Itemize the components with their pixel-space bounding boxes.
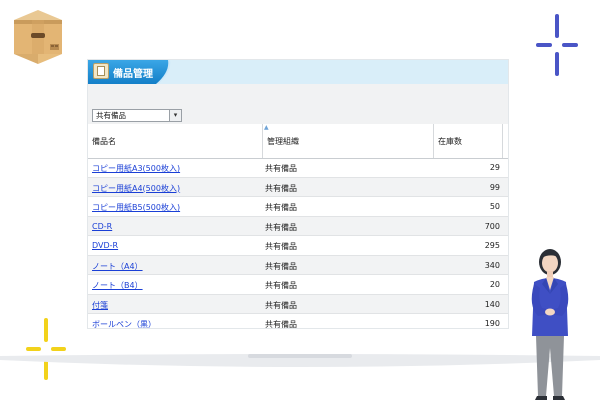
table-row: コピー用紙A3(500枚入) 共有備品 29: [88, 158, 508, 178]
filter-row: 共有備品 ▾: [88, 106, 508, 124]
organization-cell: 共有備品: [265, 222, 297, 232]
column-header-item-name[interactable]: 備品名: [92, 136, 116, 147]
column-divider: [502, 124, 503, 158]
sort-arrow-icon[interactable]: ▲: [264, 124, 269, 131]
table-row: ノート（B4） 共有備品 20: [88, 275, 508, 295]
ledger-icon: [93, 63, 109, 79]
table-row: DVD-R 共有備品 295: [88, 236, 508, 256]
item-name-link[interactable]: コピー用紙B5(500枚入): [92, 202, 180, 213]
stock-cell: 340: [484, 260, 500, 270]
table-body: コピー用紙A3(500枚入) 共有備品 29 コピー用紙A4(500枚入) 共有…: [88, 158, 508, 328]
table-row: CD-R 共有備品 700: [88, 216, 508, 236]
organization-cell: 共有備品: [265, 281, 297, 290]
item-name-link[interactable]: DVD-R: [92, 241, 118, 250]
table-row: 付箋 共有備品 140: [88, 294, 508, 314]
table-row: コピー用紙B5(500枚入) 共有備品 50: [88, 197, 508, 217]
column-divider: [262, 124, 263, 158]
item-name-link[interactable]: ノート（A4）: [92, 261, 143, 272]
toolbar: [88, 84, 508, 107]
organization-cell: 共有備品: [265, 183, 297, 193]
organization-select-value: 共有備品: [96, 111, 126, 120]
organization-cell: 共有備品: [265, 242, 297, 251]
item-name-link[interactable]: コピー用紙A3(500枚入): [92, 163, 180, 174]
item-name-link[interactable]: コピー用紙A4(500枚入): [92, 183, 180, 194]
dropdown-arrow-icon[interactable]: ▾: [169, 110, 181, 121]
stock-cell: 700: [484, 221, 500, 231]
cardboard-box-icon: [14, 10, 62, 64]
organization-cell: 共有備品: [265, 203, 297, 212]
item-name-link[interactable]: ノート（B4）: [92, 280, 143, 291]
table-row: コピー用紙A4(500枚入) 共有備品 99: [88, 177, 508, 197]
laptop-base: [0, 354, 600, 367]
table-row: ノート（A4） 共有備品 340: [88, 255, 508, 275]
woman-illustration: [531, 249, 569, 400]
window-title: 備品管理: [113, 69, 153, 80]
stock-cell: 29: [489, 163, 500, 172]
organization-cell: 共有備品: [265, 261, 297, 271]
organization-cell: 共有備品: [265, 300, 297, 310]
organization-cell: 共有備品: [265, 320, 297, 328]
column-header-organization[interactable]: 管理組織: [267, 136, 299, 147]
column-divider: [433, 124, 434, 158]
stock-cell: 99: [489, 182, 500, 192]
organization-cell: 共有備品: [265, 164, 297, 173]
item-name-link[interactable]: 付箋: [92, 300, 108, 311]
inventory-window: 備品管理 共有備品 ▾ ▲ 備品名 管理組織 在庫数 コピー用紙A3(500枚入…: [88, 60, 508, 328]
table-header: ▲ 備品名 管理組織 在庫数: [88, 124, 508, 159]
table-row: ボールペン（黒） 共有備品 190: [88, 314, 508, 328]
item-name-link[interactable]: ボールペン（黒）: [92, 319, 156, 328]
stock-cell: 190: [484, 319, 500, 328]
stock-cell: 20: [489, 280, 500, 289]
organization-select[interactable]: 共有備品 ▾: [92, 109, 182, 122]
stock-cell: 140: [484, 299, 500, 309]
item-name-link[interactable]: CD-R: [92, 222, 112, 231]
stock-cell: 50: [489, 202, 500, 211]
sparkle-icon: [536, 14, 578, 76]
column-header-stock[interactable]: 在庫数: [438, 136, 462, 147]
title-bar: 備品管理: [88, 60, 508, 84]
stock-cell: 295: [484, 241, 500, 250]
